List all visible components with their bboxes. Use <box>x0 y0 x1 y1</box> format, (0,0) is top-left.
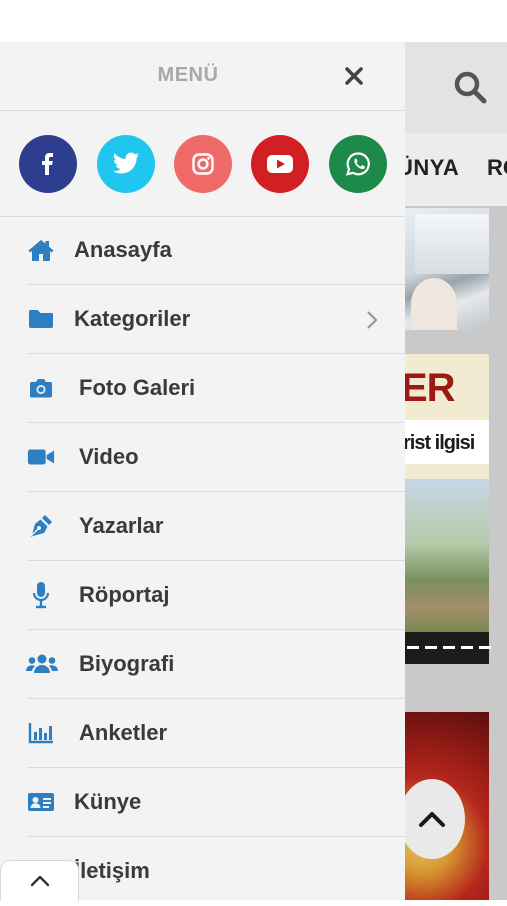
menu-item-label: Künye <box>74 789 142 814</box>
menu-item-biyografi[interactable]: Biyografi <box>0 631 405 699</box>
search-icon[interactable] <box>453 70 487 104</box>
menu-item-label: Kategoriler <box>74 306 191 331</box>
site-nav-item-dunya[interactable]: ÜNYA <box>405 155 459 181</box>
video-camera-icon <box>27 444 55 470</box>
side-menu-drawer: MENÜ Anasayfa Kategoriler Foto Galeri Vi… <box>0 42 405 900</box>
divider <box>28 353 405 354</box>
banner-title: ER <box>405 366 456 410</box>
menu-item-label: Yazarlar <box>79 513 164 538</box>
divider <box>28 560 405 561</box>
slider-dots <box>405 632 491 664</box>
bar-chart-icon <box>27 720 55 746</box>
menu-item-kategoriler[interactable]: Kategoriler <box>0 286 405 354</box>
menu-item-kunye[interactable]: Künye <box>0 769 405 837</box>
menu-item-label: Biyografi <box>79 651 175 676</box>
menu-item-label: Röportaj <box>79 582 170 607</box>
menu-item-label: Anketler <box>79 720 168 745</box>
close-icon[interactable] <box>341 63 367 89</box>
menu-item-foto-galeri[interactable]: Foto Galeri <box>0 355 405 423</box>
drawer-title: MENÜ <box>157 64 219 86</box>
divider <box>28 491 405 492</box>
menu-item-label: Video <box>79 444 139 469</box>
chevron-up-icon <box>419 812 445 827</box>
news-banner[interactable]: ER rist ilgisi <box>405 354 489 479</box>
divider <box>28 422 405 423</box>
menu-item-yazarlar[interactable]: Yazarlar <box>0 493 405 561</box>
divider <box>28 767 405 768</box>
drawer-header: MENÜ <box>0 42 405 111</box>
scroll-to-top-button[interactable] <box>399 779 465 859</box>
chevron-right-icon <box>367 311 378 329</box>
divider <box>28 698 405 699</box>
instagram-icon[interactable] <box>174 135 232 193</box>
youtube-icon[interactable] <box>251 135 309 193</box>
home-icon <box>27 237 55 263</box>
chevron-up-icon <box>30 875 49 887</box>
site-nav-item-next[interactable]: RO <box>487 155 507 181</box>
users-icon <box>25 651 59 677</box>
site-header <box>405 42 507 134</box>
person-shape <box>411 278 457 330</box>
menu-item-video[interactable]: Video <box>0 424 405 492</box>
news-image-truck[interactable] <box>405 208 489 330</box>
collapse-up-button[interactable] <box>0 860 79 901</box>
divider <box>28 629 405 630</box>
id-card-icon <box>27 789 55 815</box>
pen-icon <box>27 513 55 539</box>
twitter-icon[interactable] <box>97 135 155 193</box>
social-links <box>0 111 405 217</box>
top-bar <box>0 0 507 42</box>
banner-subtitle: rist ilgisi <box>405 432 475 454</box>
microphone-icon <box>27 582 55 609</box>
menu-item-anketler[interactable]: Anketler <box>0 700 405 768</box>
menu-item-label: İletişim <box>74 858 150 883</box>
divider <box>28 284 405 285</box>
menu-item-roportaj[interactable]: Röportaj <box>0 562 405 630</box>
menu-item-label: Anasayfa <box>74 237 172 262</box>
camera-icon <box>27 375 55 401</box>
background-site: ÜNYA RO ER rist ilgisi <box>405 42 507 900</box>
whatsapp-icon[interactable] <box>329 135 387 193</box>
menu-item-anasayfa[interactable]: Anasayfa <box>0 217 405 285</box>
facebook-icon[interactable] <box>19 135 77 193</box>
truck-shape <box>415 214 489 274</box>
folder-icon <box>27 306 55 332</box>
menu-item-label: Foto Galeri <box>79 375 196 400</box>
divider <box>28 836 405 837</box>
